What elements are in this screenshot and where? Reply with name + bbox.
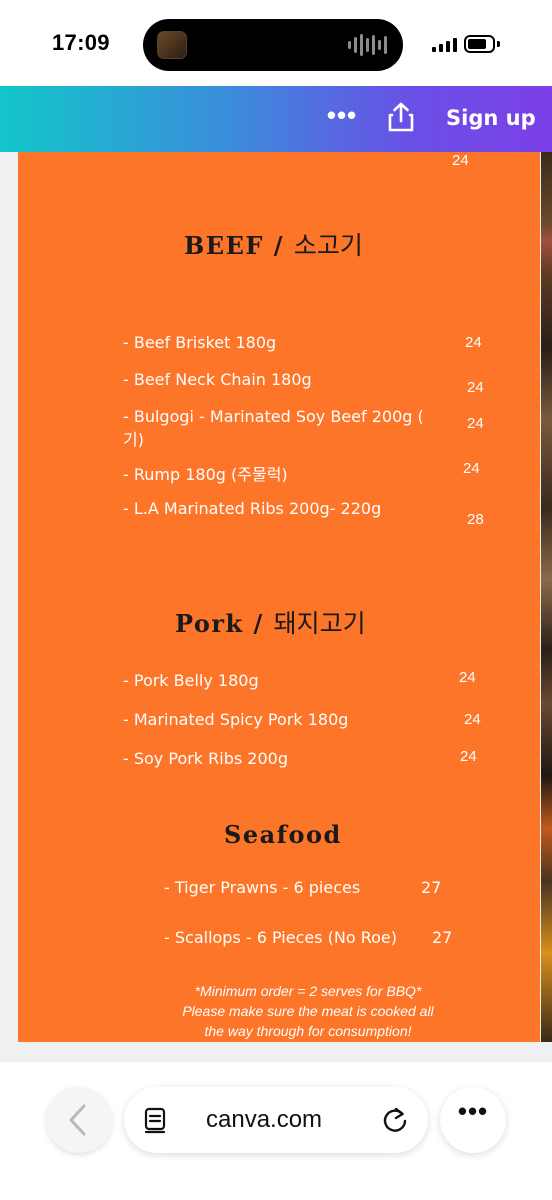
pork-heading-kr: 돼지고기 (273, 609, 366, 638)
side-food-photo (541, 152, 552, 1042)
menu-item-price: 24 (463, 460, 480, 477)
menu-item-name: - Scallops - 6 Pieces (No Roe) (164, 928, 398, 947)
battery-tip (497, 41, 500, 47)
menu-item-price: 24 (464, 711, 481, 728)
menu-item-name: - L.A Marinated Ribs 200g- 220g (123, 499, 382, 518)
menu-item-price: 24 (467, 415, 484, 432)
menu-item-price: 24 (467, 379, 484, 396)
menu-item-name: - Rump 180g (주물럭) (123, 465, 288, 484)
browser-more-button[interactable]: ••• (440, 1087, 506, 1153)
seafood-heading: Seafood (224, 820, 342, 849)
url-text[interactable]: canva.com (206, 1106, 322, 1134)
menu-item-price: 28 (467, 511, 484, 528)
beef-heading-en: BEEF / (184, 231, 285, 260)
battery-icon (464, 35, 495, 53)
menu-item-name: - Marinated Spicy Pork 180g (123, 710, 349, 729)
now-playing-artwork-icon (157, 31, 187, 59)
more-options-button[interactable]: ••• (322, 102, 362, 132)
menu-item-name-continued: 기) (123, 430, 144, 449)
menu-item-price: 27 (432, 928, 453, 947)
reader-menu-icon[interactable] (142, 1106, 170, 1134)
menu-item-price: 27 (421, 878, 442, 897)
sign-up-button[interactable]: Sign up (446, 106, 536, 134)
status-time: 17:09 (52, 30, 110, 55)
menu-item-name: - Beef Neck Chain 180g (123, 370, 312, 389)
top-price: 24 (452, 152, 469, 169)
menu-note: *Minimum order = 2 serves for BBQ* Pleas… (168, 981, 448, 1041)
address-bar[interactable]: canva.com (124, 1087, 428, 1153)
reload-icon[interactable] (380, 1105, 410, 1135)
menu-item-name: - Tiger Prawns - 6 pieces (164, 878, 361, 897)
status-bar: 17:09 (0, 0, 552, 86)
pork-heading: Pork / 돼지고기 (175, 604, 366, 640)
back-button[interactable] (46, 1087, 112, 1153)
pork-heading-en: Pork / (175, 609, 264, 638)
menu-note-line: the way through for consumption! (204, 1023, 412, 1039)
menu-item-name: - Soy Pork Ribs 200g (123, 749, 288, 768)
share-button[interactable] (384, 100, 418, 134)
menu-item-price: 24 (459, 669, 476, 686)
app-header: ••• Sign up (0, 86, 552, 152)
menu-item-price: 24 (460, 748, 477, 765)
menu-note-line: Please make sure the meat is cooked all (182, 1003, 434, 1019)
share-icon (388, 102, 414, 132)
menu-note-line: *Minimum order = 2 serves for BBQ* (194, 983, 422, 999)
menu-item-name: - Pork Belly 180g (123, 671, 259, 690)
cellular-signal-icon (432, 38, 457, 52)
menu-page: 24 BEEF / 소고기 - Beef Brisket 180g 24 - B… (18, 152, 540, 1042)
audio-waveform-icon (348, 33, 387, 57)
menu-item-name: - Bulgogi - Marinated Soy Beef 200g ( (123, 407, 424, 426)
dynamic-island (143, 19, 403, 71)
menu-item-price: 24 (465, 334, 482, 351)
chevron-left-icon (69, 1104, 86, 1136)
beef-heading: BEEF / 소고기 (184, 226, 363, 262)
menu-item-name: - Beef Brisket 180g (123, 333, 277, 352)
beef-heading-kr: 소고기 (293, 231, 363, 260)
